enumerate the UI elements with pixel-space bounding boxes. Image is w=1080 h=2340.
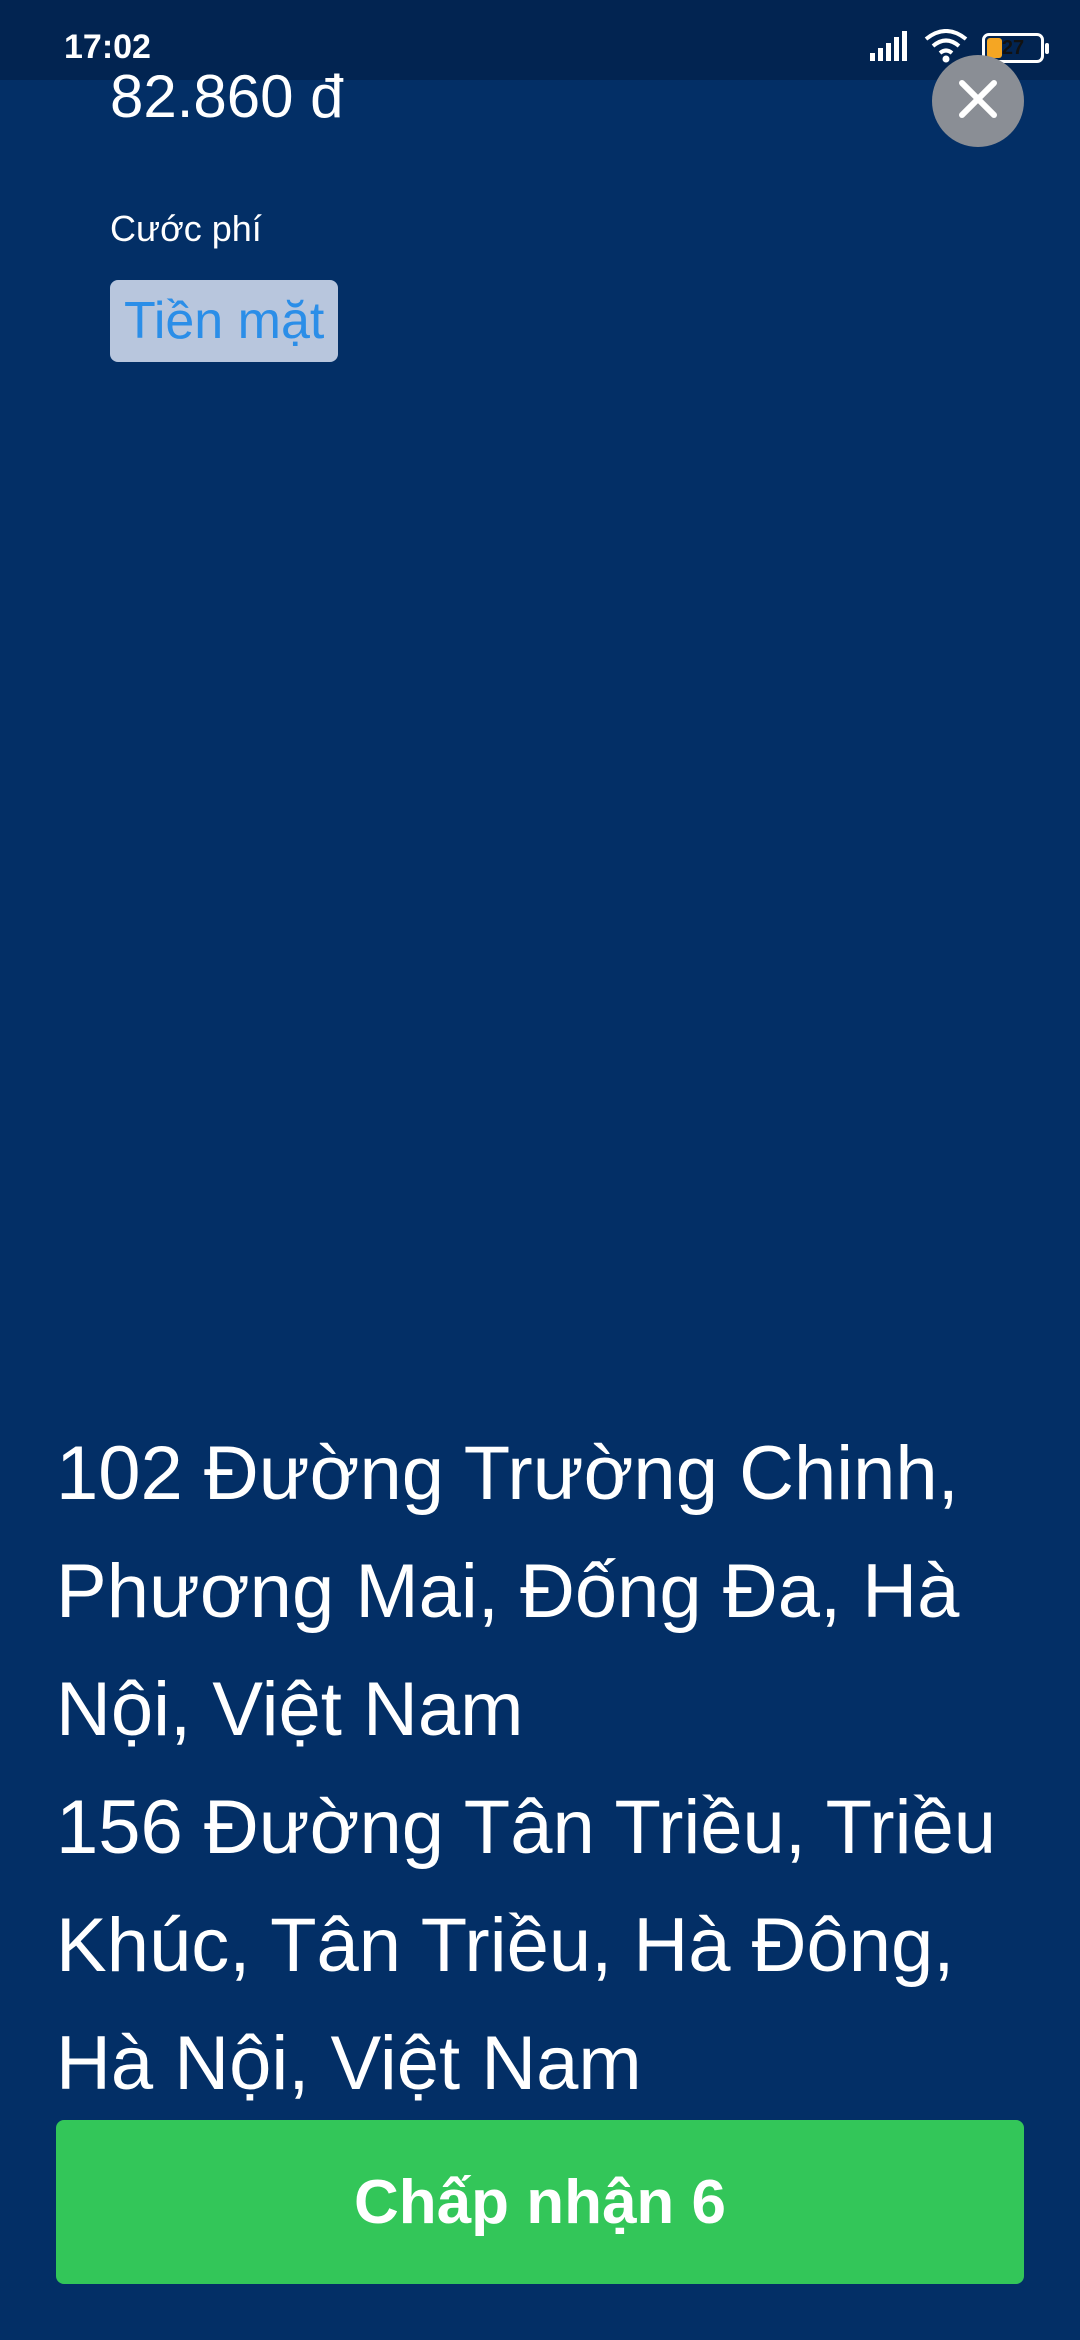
address-list: 102 Đường Trường Chinh, Phương Mai, Đống…: [56, 1415, 1036, 2123]
close-icon: [957, 78, 999, 125]
signal-icon: [870, 30, 910, 66]
dropoff-address: 156 Đường Tân Triều, Triều Khúc, Tân Tri…: [56, 1785, 997, 2106]
order-price: 82.860 đ: [110, 63, 344, 130]
accept-button[interactable]: Chấp nhận 6: [56, 2120, 1024, 2284]
battery-nub: [1045, 43, 1049, 54]
close-button[interactable]: [932, 55, 1024, 147]
pickup-address: 102 Đường Trường Chinh, Phương Mai, Đống…: [56, 1431, 960, 1752]
fee-label: Cước phí: [110, 208, 262, 249]
battery-level: 27: [1001, 37, 1025, 59]
payment-method-badge: Tiền mặt: [110, 280, 339, 362]
